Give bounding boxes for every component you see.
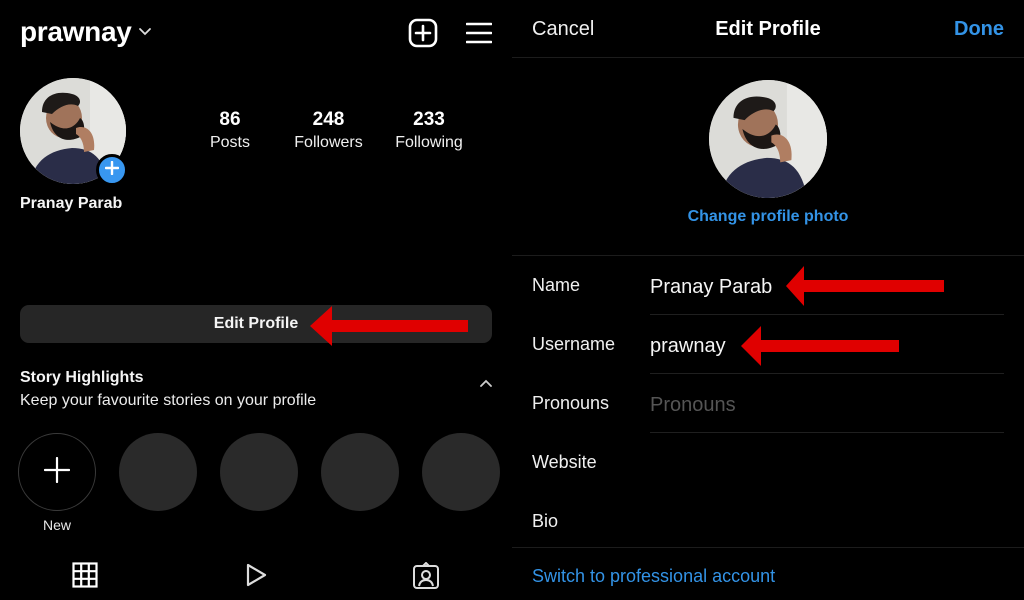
field-label: Bio [532,511,559,531]
field-row-pronouns: Pronouns [512,374,1024,433]
profile-username: prawnay [20,16,132,47]
edit-profile-button[interactable]: Edit Profile [20,305,492,343]
highlight-placeholder [119,433,197,533]
done-button[interactable]: Done [954,18,1004,41]
stat-value: 248 [312,109,345,130]
profile-avatar-container [20,78,128,186]
stat-label: Posts [209,134,250,151]
profile-display-name: Pranay Parab [20,195,123,212]
plus-square-icon[interactable] [408,18,438,48]
change-profile-photo-link[interactable]: Change profile photo [512,208,1024,226]
reels-play-icon[interactable] [243,562,269,593]
plus-icon [104,160,120,180]
username-switcher[interactable]: prawnay [20,16,152,48]
profile-tab-bar [0,561,512,596]
plus-icon [43,456,71,488]
edit-profile-form: Name Username Pronouns Website Bio [512,255,1024,551]
grid-icon[interactable] [72,562,98,593]
field-row-username: Username [512,315,1024,374]
edit-profile-panel: Cancel Edit Profile Done Change profile … [512,0,1024,600]
highlight-circle[interactable] [220,433,298,511]
highlight-new: New [18,433,96,533]
username-field[interactable] [650,332,1004,360]
stat-followers[interactable]: 248 Followers [270,108,387,154]
chevron-up-icon[interactable] [480,374,492,392]
add-story-button[interactable] [96,154,128,186]
field-label: Name [532,275,581,295]
divider [512,547,1024,548]
story-highlights-subtitle: Keep your favourite stories on your prof… [20,392,317,409]
bio-field[interactable] [650,509,1004,537]
profile-header-actions [408,18,492,48]
edit-avatar[interactable] [709,80,827,198]
highlight-circle[interactable] [321,433,399,511]
hamburger-menu-icon[interactable] [466,22,492,44]
name-field[interactable] [650,273,1004,301]
highlight-placeholder [321,433,399,533]
new-highlight-button[interactable] [18,433,96,511]
story-highlights-row: New [18,433,500,533]
profile-stats: 86 Posts 248 Followers 233 Following [190,108,469,154]
page-title: Edit Profile [715,18,821,40]
switch-to-professional-link[interactable]: Switch to professional account [532,566,775,587]
edit-profile-nav: Cancel Edit Profile Done [512,0,1024,58]
highlight-new-label: New [42,517,71,533]
profile-panel: prawnay 86 Posts 248 Followers 233 Follo… [0,0,512,600]
field-label: Pronouns [532,393,610,413]
chevron-down-icon [138,24,152,42]
stat-value: 233 [413,109,445,130]
field-row-name: Name [512,256,1024,315]
pronouns-field[interactable] [650,391,1004,419]
stat-posts[interactable]: 86 Posts [190,108,270,154]
field-label: Website [532,452,597,472]
stat-label: Following [395,134,463,151]
stat-label: Followers [294,134,363,151]
field-row-website: Website [512,433,1024,492]
website-field[interactable] [650,450,1004,478]
field-label: Username [532,334,616,354]
highlight-circle[interactable] [119,433,197,511]
story-highlights-title: Story Highlights [20,369,144,386]
highlight-placeholder [422,433,500,533]
stat-following[interactable]: 233 Following [389,108,469,154]
tagged-person-icon[interactable] [412,561,440,595]
stat-value: 86 [219,109,241,130]
highlight-circle[interactable] [422,433,500,511]
field-row-bio: Bio [512,492,1024,551]
highlight-placeholder [220,433,298,533]
